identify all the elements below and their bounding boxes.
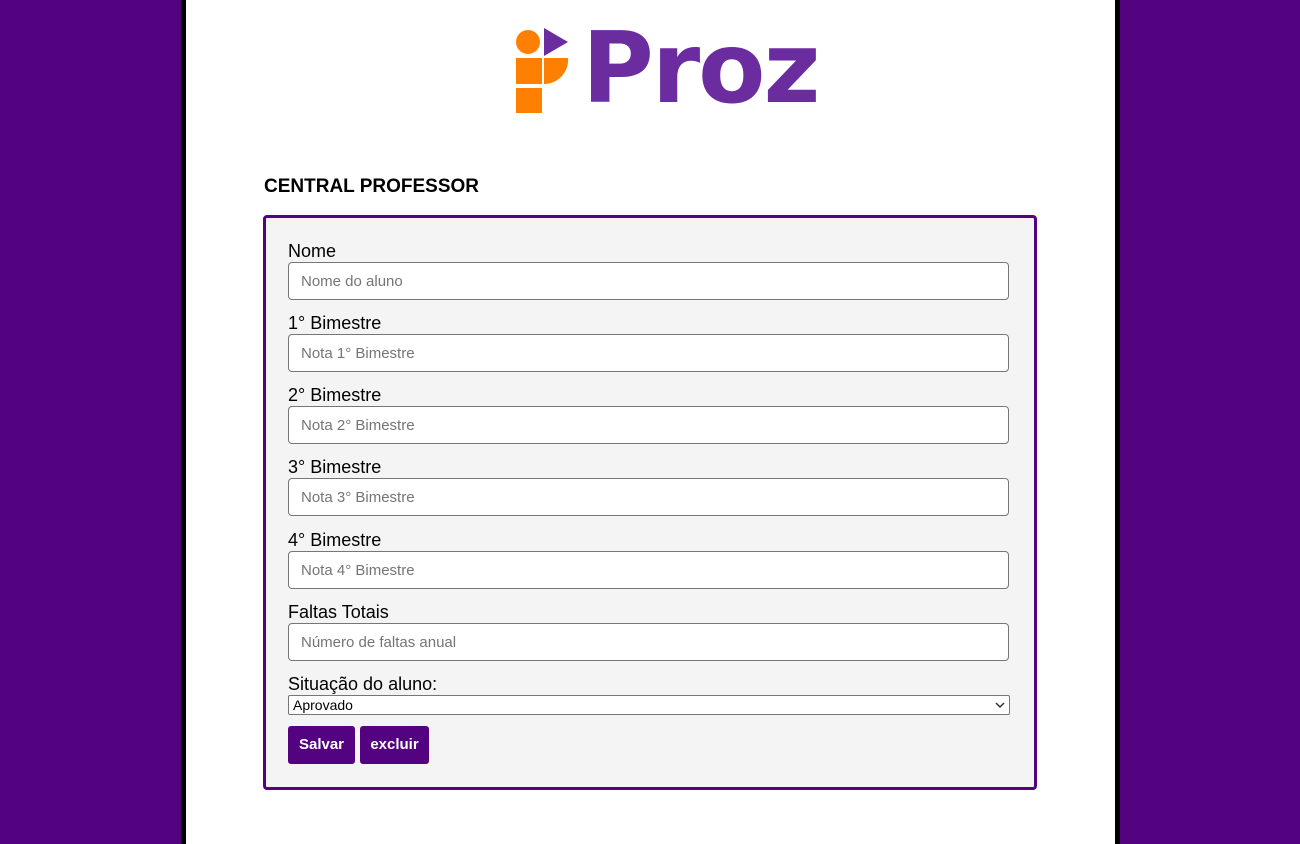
- logo-wordmark: Proz: [582, 12, 821, 126]
- student-form: Nome 1° Bimestre 2° Bimestre 3° Bimestre…: [263, 215, 1037, 790]
- delete-button[interactable]: excluir: [360, 726, 429, 764]
- bimester-2-input[interactable]: [288, 406, 1009, 444]
- logo-mark-icon: [516, 28, 569, 113]
- name-input[interactable]: [288, 262, 1009, 300]
- bimester-3-input[interactable]: [288, 478, 1009, 516]
- status-selected-value: Aprovado: [293, 697, 353, 713]
- bimester-1-input[interactable]: [288, 334, 1009, 372]
- status-select[interactable]: Aprovado: [288, 695, 1010, 715]
- bimester-4-input[interactable]: [288, 551, 1009, 589]
- bimester-1-label: 1° Bimestre: [288, 313, 382, 333]
- name-label: Nome: [288, 241, 337, 261]
- proz-logo: Proz: [516, 14, 821, 124]
- absences-label: Faltas Totais: [288, 602, 389, 622]
- chevron-down-icon: [995, 702, 1005, 709]
- status-label: Situação do aluno:: [288, 674, 438, 694]
- page-title: CENTRAL PROFESSOR: [264, 176, 480, 197]
- absences-input[interactable]: [288, 623, 1009, 661]
- bimester-3-label: 3° Bimestre: [288, 457, 382, 477]
- bimester-4-label: 4° Bimestre: [288, 530, 382, 550]
- save-button[interactable]: Salvar: [288, 726, 355, 764]
- page-container: Proz CENTRAL PROFESSOR Nome 1° Bimestre …: [181, 0, 1120, 844]
- bimester-2-label: 2° Bimestre: [288, 385, 382, 405]
